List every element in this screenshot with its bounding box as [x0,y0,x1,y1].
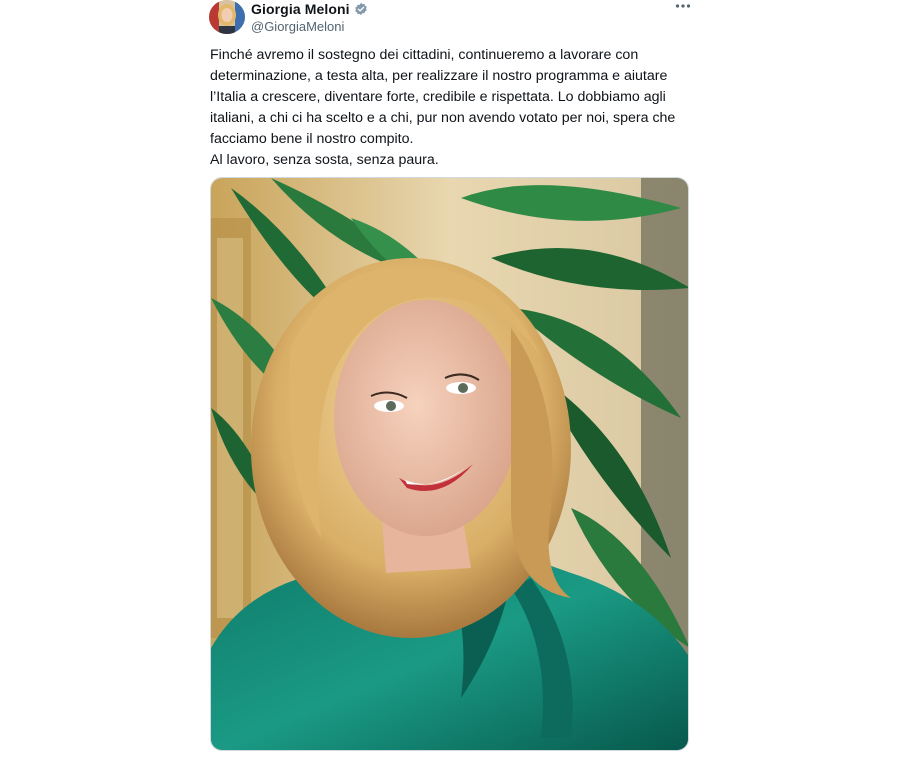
selfie-photo [211,178,688,750]
tweet-text-closing: Al lavoro, senza sosta, senza paura. [210,152,439,169]
tweet-card: Giorgia Meloni @GiorgiaMeloni Finché avr… [0,0,898,770]
author-handle[interactable]: @GiorgiaMeloni [251,19,368,34]
tweet-photo[interactable] [210,177,689,751]
author-name-row: Giorgia Meloni [251,0,368,18]
avatar[interactable] [209,0,245,34]
tweet-text: Finché avremo il sostegno dei cittadini,… [210,45,690,172]
more-options-button[interactable] [672,0,694,14]
tweet-text-main: Finché avremo il sostegno dei cittadini,… [210,47,676,148]
author-display-name[interactable]: Giorgia Meloni [251,1,350,17]
avatar-photo [209,0,245,34]
more-horizontal-icon [675,4,691,8]
verified-badge-icon[interactable] [354,2,368,16]
author-info: Giorgia Meloni @GiorgiaMeloni [251,0,368,34]
